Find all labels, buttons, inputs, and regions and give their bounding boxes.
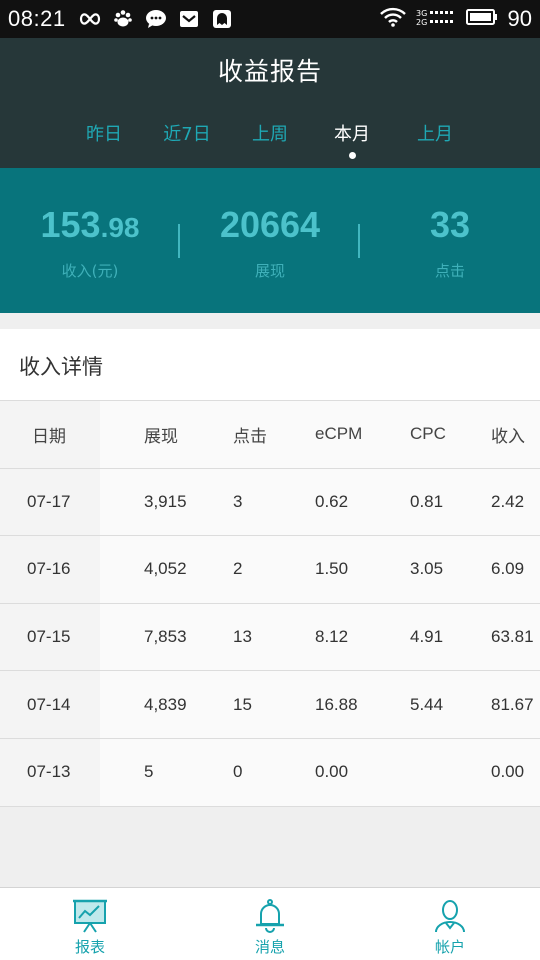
income-label: 收入(元) — [61, 262, 119, 280]
table-row[interactable]: 07-15 7,853 13 8.12 4.91 63.81 — [0, 603, 540, 672]
infinity-icon — [78, 9, 102, 29]
table-header-row: 日期 展现 点击 eCPM CPC 收入 — [0, 401, 540, 469]
paw-icon — [111, 9, 135, 29]
cell-income: 63.81 — [491, 627, 534, 647]
page-title: 收益报告 — [217, 57, 322, 86]
tab-last-month[interactable]: 上月 — [390, 120, 480, 146]
nav-item-report[interactable]: 报表 — [40, 888, 140, 960]
period-tabs: 昨日 近7日 上周 本月 上月 — [0, 120, 540, 160]
tab-last-7-days[interactable]: 近7日 — [142, 120, 232, 146]
cell-impressions: 5 — [144, 762, 154, 782]
cell-ecpm: 8.12 — [315, 627, 349, 647]
section-gap — [0, 313, 540, 329]
income-detail-header: 收入详情 — [0, 329, 540, 401]
nav-label-messages: 消息 — [254, 938, 285, 956]
nav-label-report: 报表 — [74, 938, 105, 956]
status-bar: 08:21 3G 2G 90 — [0, 0, 540, 38]
report-header: 收益报告 昨日 近7日 上周 本月 上月 — [0, 38, 540, 168]
column-header-cpc: CPC — [410, 424, 446, 444]
clicks-label: 点击 — [434, 262, 465, 280]
active-tab-indicator — [348, 152, 356, 159]
income-decimal: .98 — [100, 212, 140, 243]
mail-icon — [177, 9, 201, 29]
column-header-clicks: 点击 — [233, 426, 267, 446]
column-header-ecpm: eCPM — [315, 424, 363, 444]
impressions-stat: 20664 展现 — [180, 168, 360, 281]
clicks-value: 33 — [429, 204, 471, 245]
signal-icon: 3G 2G — [416, 7, 456, 31]
cell-date: 07-14 — [27, 694, 71, 714]
cell-income: 0.00 — [491, 762, 525, 782]
impressions-label: 展现 — [254, 262, 285, 280]
svg-text:2G: 2G — [416, 18, 427, 27]
nav-item-account[interactable]: 帐户 — [400, 888, 500, 960]
cell-impressions: 7,853 — [144, 627, 187, 647]
cell-income: 81.67 — [491, 694, 534, 714]
table-row[interactable]: 07-14 4,839 15 16.88 5.44 81.67 — [0, 671, 540, 739]
table-row[interactable]: 07-16 4,052 2 1.50 3.05 6.09 — [0, 536, 540, 604]
account-icon — [432, 898, 468, 934]
clicks-stat: 33 点击 — [360, 168, 540, 281]
bell-icon — [252, 898, 288, 934]
income-stat: 153.98 收入(元) — [0, 168, 180, 281]
status-time: 08:21 — [8, 6, 66, 31]
cell-impressions: 4,839 — [144, 694, 187, 714]
system-status: 3G 2G 90 — [379, 6, 532, 32]
income-value: 153.98 — [0, 204, 180, 246]
cell-clicks: 13 — [233, 627, 252, 647]
cell-impressions: 3,915 — [144, 491, 187, 511]
cell-ecpm: 0.00 — [315, 762, 349, 782]
column-header-date: 日期 — [32, 426, 66, 446]
cell-income: 6.09 — [491, 559, 525, 579]
cell-date: 07-13 — [27, 762, 71, 782]
cell-ecpm: 16.88 — [315, 694, 358, 714]
cell-cpc: 0.81 — [410, 491, 444, 511]
nav-label-account: 帐户 — [434, 938, 465, 956]
cell-date: 07-16 — [27, 559, 71, 579]
chat-icon — [144, 9, 168, 29]
cell-cpc: 4.91 — [410, 627, 444, 647]
cell-clicks: 3 — [233, 491, 243, 511]
column-header-impressions: 展现 — [144, 426, 178, 446]
summary-panel: 153.98 收入(元) 20664 展现 33 点击 — [0, 168, 540, 313]
notification-icons — [78, 9, 234, 29]
cell-clicks: 0 — [233, 762, 243, 782]
impressions-value: 20664 — [219, 204, 321, 245]
cell-date: 07-15 — [27, 627, 71, 647]
ghost-icon — [210, 9, 234, 29]
report-icon — [72, 898, 108, 934]
tab-last-week[interactable]: 上周 — [225, 120, 315, 146]
tab-this-month[interactable]: 本月 — [307, 120, 397, 146]
cell-clicks: 15 — [233, 694, 252, 714]
cell-cpc: 5.44 — [410, 694, 444, 714]
cell-cpc: 3.05 — [410, 559, 444, 579]
bottom-nav: 报表 消息 帐户 — [0, 887, 540, 960]
cell-impressions: 4,052 — [144, 559, 187, 579]
table-row[interactable]: 07-13 5 0 0.00 0.00 — [0, 738, 540, 807]
wifi-icon — [379, 7, 406, 31]
cell-ecpm: 1.50 — [315, 559, 349, 579]
battery-level: 90 — [507, 6, 532, 31]
cell-ecpm: 0.62 — [315, 491, 349, 511]
tab-yesterday[interactable]: 昨日 — [59, 120, 149, 146]
cell-clicks: 2 — [233, 559, 243, 579]
income-table: 日期 展现 点击 eCPM CPC 收入 07-17 3,915 3 0.62 … — [0, 401, 540, 807]
section-title: 收入详情 — [19, 355, 103, 379]
svg-text:3G: 3G — [416, 9, 427, 18]
cell-income: 2.42 — [491, 491, 525, 511]
income-integer: 153 — [40, 204, 101, 245]
battery-icon — [465, 8, 498, 30]
table-row[interactable]: 07-17 3,915 3 0.62 0.81 2.42 — [0, 468, 540, 537]
column-header-income: 收入 — [491, 426, 525, 446]
cell-date: 07-17 — [27, 491, 71, 511]
nav-item-messages[interactable]: 消息 — [220, 888, 320, 960]
